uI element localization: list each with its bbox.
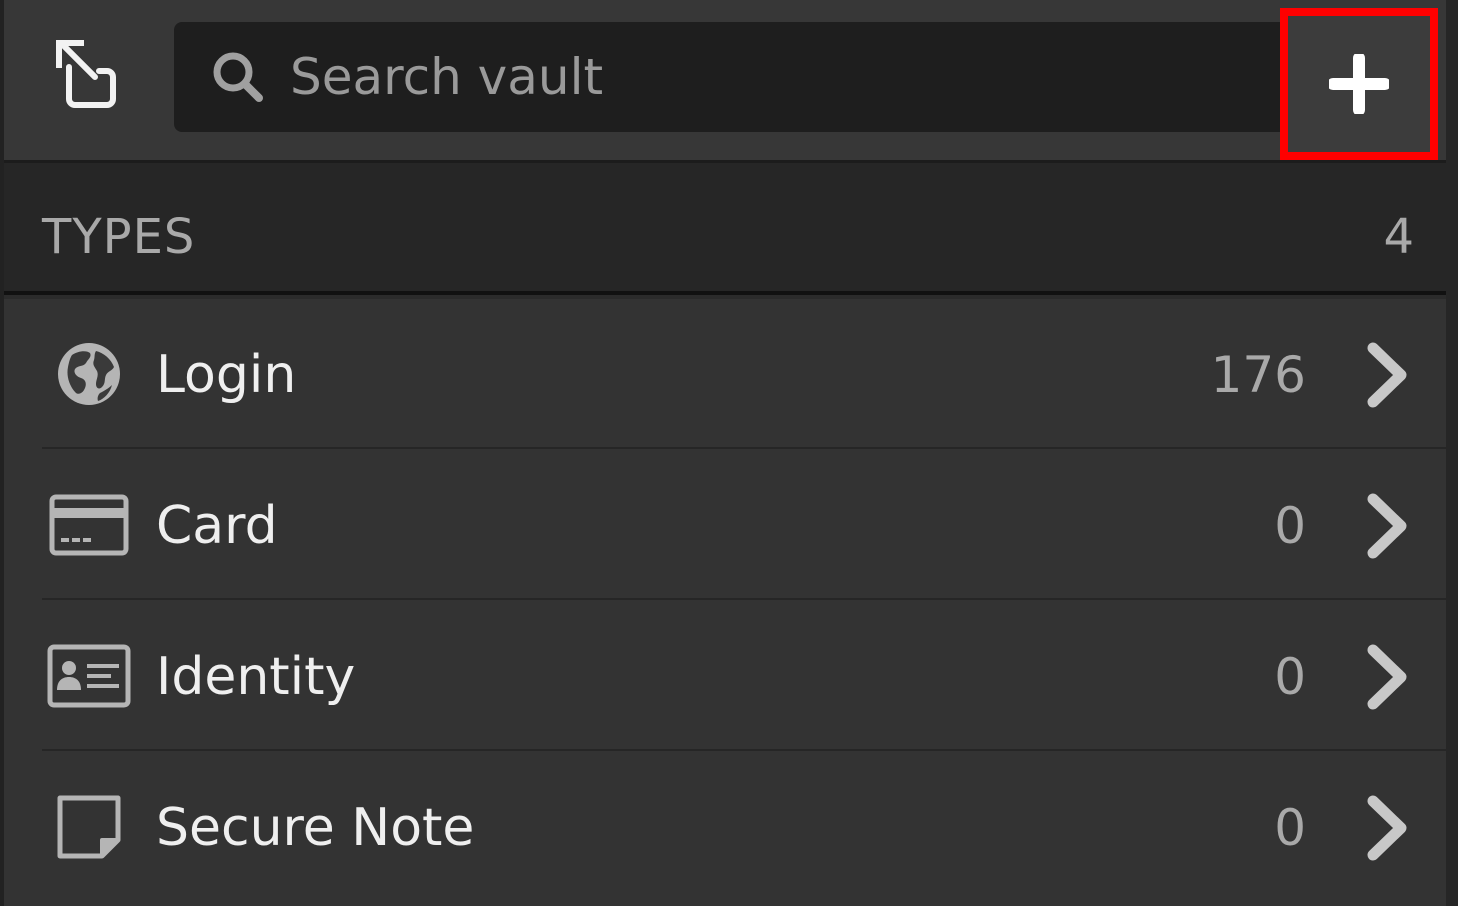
type-count: 0 bbox=[1274, 799, 1306, 857]
row-divider bbox=[42, 749, 1446, 751]
type-count: 0 bbox=[1274, 497, 1306, 555]
type-count: 0 bbox=[1274, 648, 1306, 706]
types-section-header: TYPES 4 bbox=[4, 163, 1446, 295]
id-card-icon bbox=[44, 636, 134, 716]
header-bar bbox=[4, 0, 1446, 163]
types-list: Login 176 Card 0 Identity 0 Secure Note … bbox=[4, 299, 1446, 906]
popout-button[interactable] bbox=[40, 30, 132, 122]
row-divider bbox=[42, 598, 1446, 600]
chevron-right-icon bbox=[1362, 795, 1412, 861]
vault-popup: TYPES 4 Login 176 bbox=[0, 0, 1458, 906]
type-label: Secure Note bbox=[156, 798, 475, 858]
section-count: 4 bbox=[1383, 209, 1414, 265]
chevron-right-icon bbox=[1362, 644, 1412, 710]
type-row-card[interactable]: Card 0 bbox=[4, 450, 1446, 600]
row-divider bbox=[42, 447, 1446, 449]
popout-icon bbox=[56, 40, 116, 108]
sticky-note-icon bbox=[44, 787, 134, 867]
add-item-button[interactable] bbox=[1280, 8, 1438, 160]
search-input[interactable] bbox=[288, 36, 1284, 118]
search-box[interactable] bbox=[174, 22, 1284, 132]
type-count: 176 bbox=[1210, 346, 1306, 404]
chevron-right-icon bbox=[1362, 493, 1412, 559]
plus-icon bbox=[1329, 54, 1389, 114]
type-label: Card bbox=[156, 496, 278, 556]
type-row-identity[interactable]: Identity 0 bbox=[4, 601, 1446, 751]
section-title: TYPES bbox=[42, 209, 196, 265]
window-edge-right bbox=[1446, 0, 1458, 906]
type-row-login[interactable]: Login 176 bbox=[4, 299, 1446, 449]
globe-icon bbox=[44, 334, 134, 414]
credit-card-icon bbox=[44, 485, 134, 565]
chevron-right-icon bbox=[1362, 342, 1412, 408]
type-label: Identity bbox=[156, 647, 356, 707]
search-icon bbox=[208, 47, 268, 107]
type-row-secure-note[interactable]: Secure Note 0 bbox=[4, 752, 1446, 902]
type-label: Login bbox=[156, 345, 297, 405]
